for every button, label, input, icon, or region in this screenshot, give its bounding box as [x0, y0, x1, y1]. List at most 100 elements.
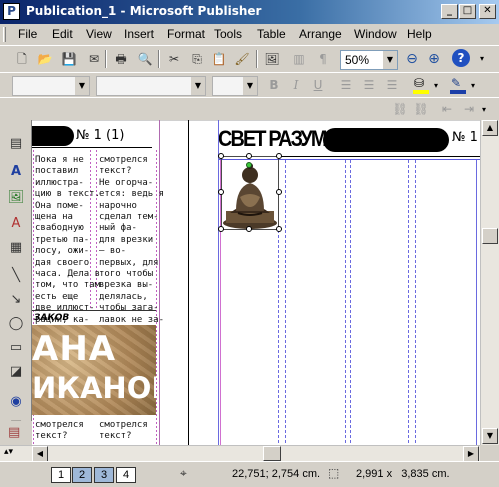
- page-1-button[interactable]: 1: [51, 467, 71, 483]
- menu-tools[interactable]: Tools: [214, 27, 242, 41]
- text-column-1-bottom[interactable]: смотрелся текст?: [35, 420, 84, 443]
- minimize-button[interactable]: _: [441, 4, 458, 19]
- insert-picture-icon[interactable]: 🖼: [262, 49, 282, 69]
- paste-icon[interactable]: 📋: [209, 49, 229, 69]
- format-painter-icon[interactable]: 🖌: [232, 49, 252, 69]
- horizontal-scroll-thumb[interactable]: [263, 446, 281, 461]
- banner-image[interactable]: АНА ИКАНОВ: [32, 325, 156, 415]
- help-icon[interactable]: ?: [452, 49, 470, 67]
- left-header-frame[interactable]: № 1 (1): [32, 124, 152, 148]
- resize-handle[interactable]: [276, 226, 282, 232]
- oval-icon[interactable]: ◯: [6, 314, 26, 334]
- columns-icon[interactable]: ▥: [289, 49, 309, 69]
- page-top-edge: [32, 120, 480, 121]
- font-size-dropdown-arrow-icon[interactable]: ▼: [243, 77, 257, 95]
- menu-insert[interactable]: Insert: [124, 27, 154, 41]
- vertical-scroll-thumb[interactable]: [482, 228, 498, 244]
- resize-handle[interactable]: [246, 226, 252, 232]
- resize-handle[interactable]: [276, 189, 282, 195]
- right-header-frame[interactable]: СВЕТ РАЗУМА № 1: [218, 126, 480, 154]
- new-document-icon[interactable]: 🗋: [12, 49, 32, 69]
- zoom-value: 50%: [345, 53, 370, 67]
- select-objects-icon[interactable]: ▤: [6, 134, 26, 154]
- text-box-icon[interactable]: A: [6, 162, 26, 182]
- horizontal-scrollbar[interactable]: ▴▾ ◀ ▶: [0, 445, 480, 462]
- fill-color-icon[interactable]: ⛁: [411, 76, 433, 94]
- bold-button[interactable]: B: [264, 75, 284, 95]
- link-text-box-icon[interactable]: ⛓: [390, 99, 410, 119]
- underline-button[interactable]: U: [308, 75, 328, 95]
- text-column-2-bottom[interactable]: смотрелся текст?: [99, 420, 148, 443]
- zoom-dropdown-arrow-icon[interactable]: ▼: [383, 51, 397, 69]
- align-center-icon[interactable]: ☰: [359, 75, 379, 95]
- resize-handle[interactable]: [218, 226, 224, 232]
- save-icon[interactable]: 💾: [59, 49, 79, 69]
- italic-button[interactable]: I: [286, 75, 306, 95]
- line-icon[interactable]: ╲: [6, 266, 26, 286]
- pilcrow-icon[interactable]: ¶: [313, 49, 333, 69]
- toolbar-options-icon[interactable]: ▾: [480, 54, 484, 63]
- fill-color-dropdown-icon[interactable]: ▾: [434, 81, 438, 90]
- menu-view[interactable]: View: [86, 27, 112, 41]
- menu-window[interactable]: Window: [354, 27, 397, 41]
- menu-table[interactable]: Table: [257, 27, 286, 41]
- wordart-icon[interactable]: A: [6, 214, 26, 234]
- publisher-app-icon[interactable]: P: [3, 3, 20, 20]
- text-column-2[interactable]: смотрелся текст? Не огорча- ется: ведь я…: [99, 155, 164, 326]
- line-color-dropdown-icon[interactable]: ▾: [471, 81, 475, 90]
- toolbar-options-icon[interactable]: ▾: [482, 105, 486, 114]
- rotate-handle[interactable]: [246, 162, 252, 168]
- text-column-1[interactable]: Пока я не поставил иллюстра- цию в текст…: [35, 155, 100, 326]
- objects-toolbar: ▤ A 🖼 A ▦ ╲ ↘ ◯ ▭ ◪ ◉ ▣ ⎘: [0, 120, 32, 461]
- align-left-icon[interactable]: ☰: [336, 75, 356, 95]
- zoom-out-icon[interactable]: ⊖: [402, 49, 422, 69]
- print-icon[interactable]: 🖶: [111, 49, 131, 69]
- zoom-in-icon[interactable]: ⊕: [424, 49, 444, 69]
- page-4-button[interactable]: 4: [116, 467, 136, 483]
- style-dropdown-arrow-icon[interactable]: ▼: [75, 77, 89, 95]
- toolbar-more-icon[interactable]: ▴▾: [4, 447, 13, 457]
- scroll-down-icon[interactable]: ▼: [482, 428, 498, 444]
- menu-file[interactable]: File: [18, 27, 37, 41]
- arrow-icon[interactable]: ↘: [6, 290, 26, 310]
- page-3-button[interactable]: 3: [94, 467, 114, 483]
- page-2-button[interactable]: 2: [72, 467, 92, 483]
- rectangle-icon[interactable]: ▭: [6, 338, 26, 358]
- scroll-left-icon[interactable]: ◀: [32, 446, 48, 462]
- open-folder-icon[interactable]: 📂: [35, 49, 55, 69]
- menu-help[interactable]: Help: [407, 27, 432, 41]
- font-dropdown-arrow-icon[interactable]: ▼: [191, 77, 205, 95]
- zoom-combo[interactable]: 50% ▼: [340, 50, 398, 70]
- menu-edit[interactable]: Edit: [52, 27, 73, 41]
- picture-frame-icon[interactable]: 🖼: [6, 188, 26, 208]
- resize-handle[interactable]: [246, 153, 252, 159]
- scroll-right-icon[interactable]: ▶: [463, 446, 479, 462]
- unlink-text-box-icon[interactable]: ⛓: [411, 99, 431, 119]
- menu-format[interactable]: Format: [167, 27, 205, 41]
- next-text-box-icon[interactable]: ⇥: [459, 99, 479, 119]
- hot-spot-icon[interactable]: ◉: [6, 392, 26, 412]
- cut-icon[interactable]: ✂: [164, 49, 184, 69]
- font-size-combo[interactable]: ▼: [212, 76, 258, 96]
- email-icon[interactable]: ✉: [84, 49, 104, 69]
- print-preview-icon[interactable]: 🔍: [135, 49, 155, 69]
- style-combo[interactable]: ▼: [12, 76, 90, 96]
- previous-text-box-icon[interactable]: ⇤: [437, 99, 457, 119]
- resize-handle[interactable]: [218, 153, 224, 159]
- line-color-icon[interactable]: ✎: [448, 76, 470, 94]
- menu-arrange[interactable]: Arrange: [299, 27, 342, 41]
- align-right-icon[interactable]: ☰: [382, 75, 402, 95]
- publication-workspace[interactable]: № 1 (1) Пока я не поставил иллюстра- цию…: [32, 120, 480, 445]
- resize-handle[interactable]: [218, 189, 224, 195]
- maximize-button[interactable]: □: [459, 4, 476, 19]
- right-issue-number: № 1: [452, 130, 478, 145]
- close-button[interactable]: ✕: [479, 4, 496, 19]
- copy-icon[interactable]: ⎘: [187, 49, 207, 69]
- resize-handle[interactable]: [276, 153, 282, 159]
- picture-icon[interactable]: ▦: [6, 238, 26, 258]
- scroll-up-icon[interactable]: ▲: [482, 120, 498, 136]
- font-combo[interactable]: ▼: [96, 76, 206, 96]
- design-gallery-icon[interactable]: ▤: [0, 421, 32, 445]
- autoshapes-icon[interactable]: ◪: [6, 362, 26, 382]
- vertical-scrollbar[interactable]: ▲ ▼: [480, 120, 499, 445]
